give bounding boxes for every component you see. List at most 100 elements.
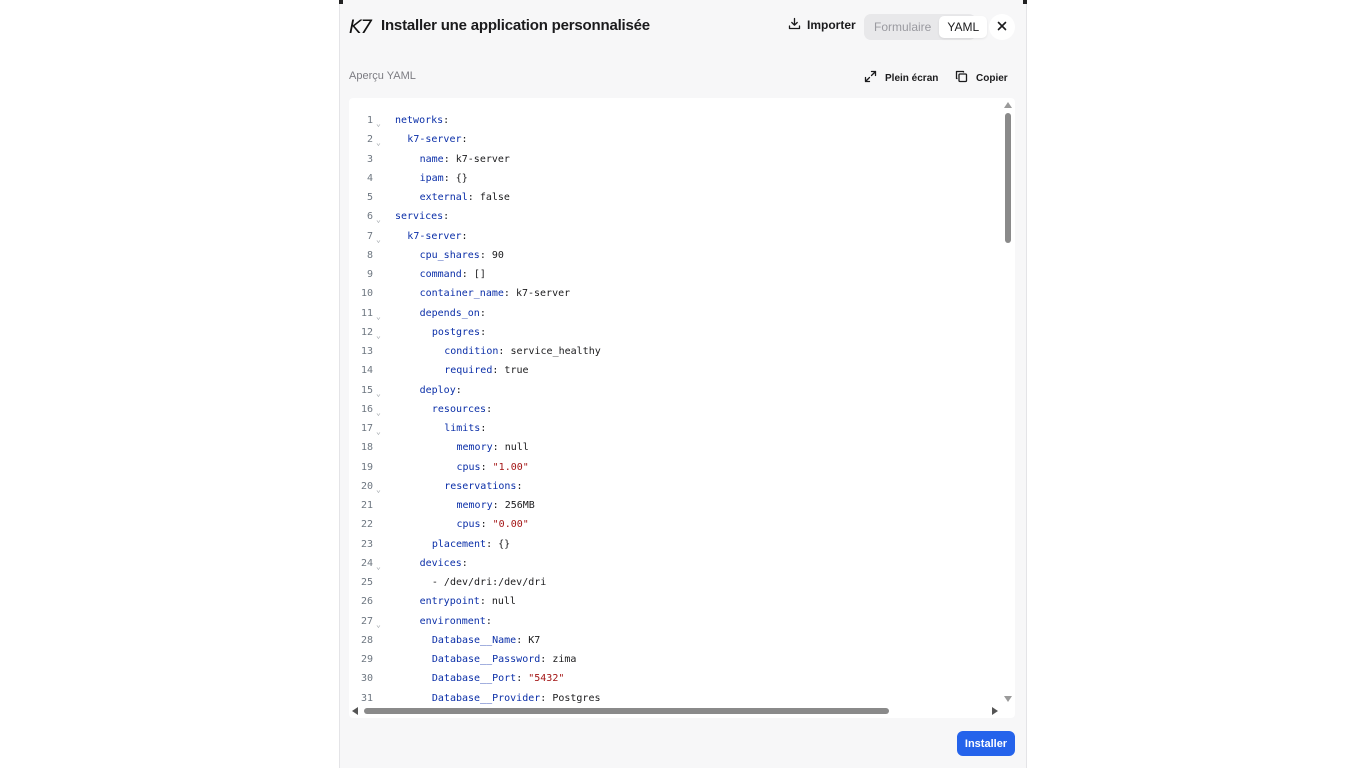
horizontal-scroll-thumb[interactable] bbox=[364, 708, 889, 714]
yaml-key: depends_on bbox=[419, 307, 480, 319]
yaml-value: "0.00" bbox=[492, 519, 529, 531]
line-number: 23 bbox=[360, 538, 373, 550]
code-line[interactable]: 29 Database__Password: zima bbox=[349, 650, 999, 669]
code-line[interactable]: 15 ⌄ deploy: bbox=[349, 381, 999, 400]
code-line[interactable]: 14 required: true bbox=[349, 361, 999, 380]
code-line[interactable]: 30 Database__Port: "5432" bbox=[349, 669, 999, 688]
yaml-value: zima bbox=[552, 654, 577, 666]
line-number: 15 bbox=[360, 384, 373, 396]
line-number: 25 bbox=[360, 577, 373, 589]
fold-chevron-icon[interactable]: ⌄ bbox=[373, 119, 395, 128]
yaml-value: service_healthy bbox=[510, 346, 601, 358]
line-content: environment: bbox=[395, 616, 492, 627]
dialog-title: Installer une application personnalisée bbox=[381, 17, 650, 34]
line-number: 17 bbox=[360, 423, 373, 435]
line-number: 18 bbox=[360, 442, 373, 454]
line-content: cpus: "0.00" bbox=[395, 519, 529, 530]
line-content: external: false bbox=[395, 192, 510, 203]
code-line[interactable]: 18 memory: null bbox=[349, 438, 999, 457]
scroll-left-icon[interactable] bbox=[352, 707, 358, 715]
toggle-option-form[interactable]: Formulaire bbox=[866, 16, 939, 38]
code-line[interactable]: 2 ⌄ k7-server: bbox=[349, 130, 999, 149]
yaml-colon: : bbox=[479, 307, 486, 319]
line-content: ipam: {} bbox=[395, 173, 468, 184]
code-line[interactable]: 22 cpus: "0.00" bbox=[349, 515, 999, 534]
expand-icon bbox=[864, 70, 877, 86]
yaml-value: null bbox=[504, 442, 529, 454]
vertical-scroll-thumb[interactable] bbox=[1005, 113, 1011, 243]
code-line[interactable]: 25 - /dev/dri:/dev/dri bbox=[349, 573, 999, 592]
line-content: depends_on: bbox=[395, 308, 486, 319]
line-number: 30 bbox=[360, 673, 373, 685]
fold-chevron-icon[interactable]: ⌄ bbox=[373, 408, 395, 417]
yaml-value: k7-server bbox=[515, 288, 571, 300]
line-number: 27 bbox=[360, 615, 373, 627]
fold-chevron-icon[interactable]: ⌄ bbox=[373, 485, 395, 494]
code-line[interactable]: 13 condition: service_healthy bbox=[349, 342, 999, 361]
code-line[interactable]: 19 cpus: "1.00" bbox=[349, 458, 999, 477]
line-content: deploy: bbox=[395, 385, 462, 396]
code-line[interactable]: 20 ⌄ reservations: bbox=[349, 477, 999, 496]
scroll-up-icon[interactable] bbox=[1004, 102, 1012, 108]
line-content: - /dev/dri:/dev/dri bbox=[395, 577, 546, 588]
fold-chevron-icon[interactable]: ⌄ bbox=[373, 235, 395, 244]
fold-chevron-icon[interactable]: ⌄ bbox=[373, 427, 395, 436]
code-line[interactable]: 7 ⌄ k7-server: bbox=[349, 227, 999, 246]
install-button[interactable]: Installer bbox=[957, 731, 1015, 756]
code-line[interactable]: 21 memory: 256MB bbox=[349, 496, 999, 515]
import-label: Importer bbox=[807, 18, 856, 32]
import-button[interactable]: Importer bbox=[788, 17, 856, 33]
fold-chevron-icon[interactable]: ⌄ bbox=[373, 331, 395, 340]
toggle-option-yaml[interactable]: YAML bbox=[939, 16, 988, 38]
code-line[interactable]: 26 entrypoint: null bbox=[349, 592, 999, 611]
yaml-key: k7-server bbox=[407, 230, 462, 242]
yaml-key: environment bbox=[419, 615, 486, 627]
line-number: 13 bbox=[360, 346, 373, 358]
line-number: 5 bbox=[366, 192, 373, 204]
scroll-down-icon[interactable] bbox=[1004, 696, 1012, 702]
code-line[interactable]: 17 ⌄ limits: bbox=[349, 419, 999, 438]
code-line[interactable]: 31 Database__Provider: Postgres bbox=[349, 689, 999, 708]
code-area[interactable]: 1 ⌄ networks: 2 ⌄ k7-server: 3 name: k7-server 4… bbox=[349, 111, 999, 708]
yaml-list-item: - /dev/dri:/dev/dri bbox=[431, 577, 547, 589]
fold-chevron-icon[interactable]: ⌄ bbox=[373, 620, 395, 629]
code-line[interactable]: 28 Database__Name: K7 bbox=[349, 631, 999, 650]
yaml-key: placement bbox=[431, 538, 487, 550]
fold-chevron-icon[interactable]: ⌄ bbox=[373, 389, 395, 398]
yaml-key: k7-server bbox=[407, 134, 462, 146]
code-line[interactable]: 27 ⌄ environment: bbox=[349, 612, 999, 631]
fold-chevron-icon[interactable]: ⌄ bbox=[373, 138, 395, 147]
code-line[interactable]: 11 ⌄ depends_on: bbox=[349, 304, 999, 323]
code-line[interactable]: 8 cpu_shares: 90 bbox=[349, 246, 999, 265]
code-line[interactable]: 4 ipam: {} bbox=[349, 169, 999, 188]
yaml-key: postgres bbox=[431, 326, 481, 338]
yaml-editor[interactable]: 1 ⌄ networks: 2 ⌄ k7-server: 3 name: k7-server 4… bbox=[349, 98, 1015, 718]
fold-chevron-icon[interactable]: ⌄ bbox=[373, 562, 395, 571]
copy-button[interactable]: Copier bbox=[955, 70, 1008, 86]
line-number: 31 bbox=[360, 692, 373, 704]
code-line[interactable]: 6 ⌄ services: bbox=[349, 207, 999, 226]
code-line[interactable]: 3 name: k7-server bbox=[349, 150, 999, 169]
line-content: container_name: k7-server bbox=[395, 288, 571, 300]
scroll-right-icon[interactable] bbox=[992, 707, 998, 715]
yaml-key: deploy bbox=[419, 384, 456, 396]
yaml-value: {} bbox=[455, 172, 468, 184]
code-line[interactable]: 10 container_name: k7-server bbox=[349, 284, 999, 303]
code-line[interactable]: 24 ⌄ devices: bbox=[349, 554, 999, 573]
fold-chevron-icon[interactable]: ⌄ bbox=[373, 312, 395, 321]
yaml-key: devices bbox=[419, 557, 462, 569]
line-number: 14 bbox=[360, 365, 373, 377]
fullscreen-button[interactable]: Plein écran bbox=[864, 70, 938, 86]
line-number: 9 bbox=[366, 269, 373, 281]
yaml-colon: : bbox=[461, 134, 468, 146]
code-line[interactable]: 12 ⌄ postgres: bbox=[349, 323, 999, 342]
code-line[interactable]: 1 ⌄ networks: bbox=[349, 111, 999, 130]
code-line[interactable]: 9 command: [] bbox=[349, 265, 999, 284]
code-line[interactable]: 5 external: false bbox=[349, 188, 999, 207]
fold-chevron-icon[interactable]: ⌄ bbox=[373, 215, 395, 224]
yaml-key: reservations bbox=[444, 480, 517, 492]
code-line[interactable]: 16 ⌄ resources: bbox=[349, 400, 999, 419]
close-button[interactable] bbox=[989, 14, 1015, 40]
code-line[interactable]: 23 placement: {} bbox=[349, 535, 999, 554]
yaml-key: name bbox=[419, 153, 444, 165]
